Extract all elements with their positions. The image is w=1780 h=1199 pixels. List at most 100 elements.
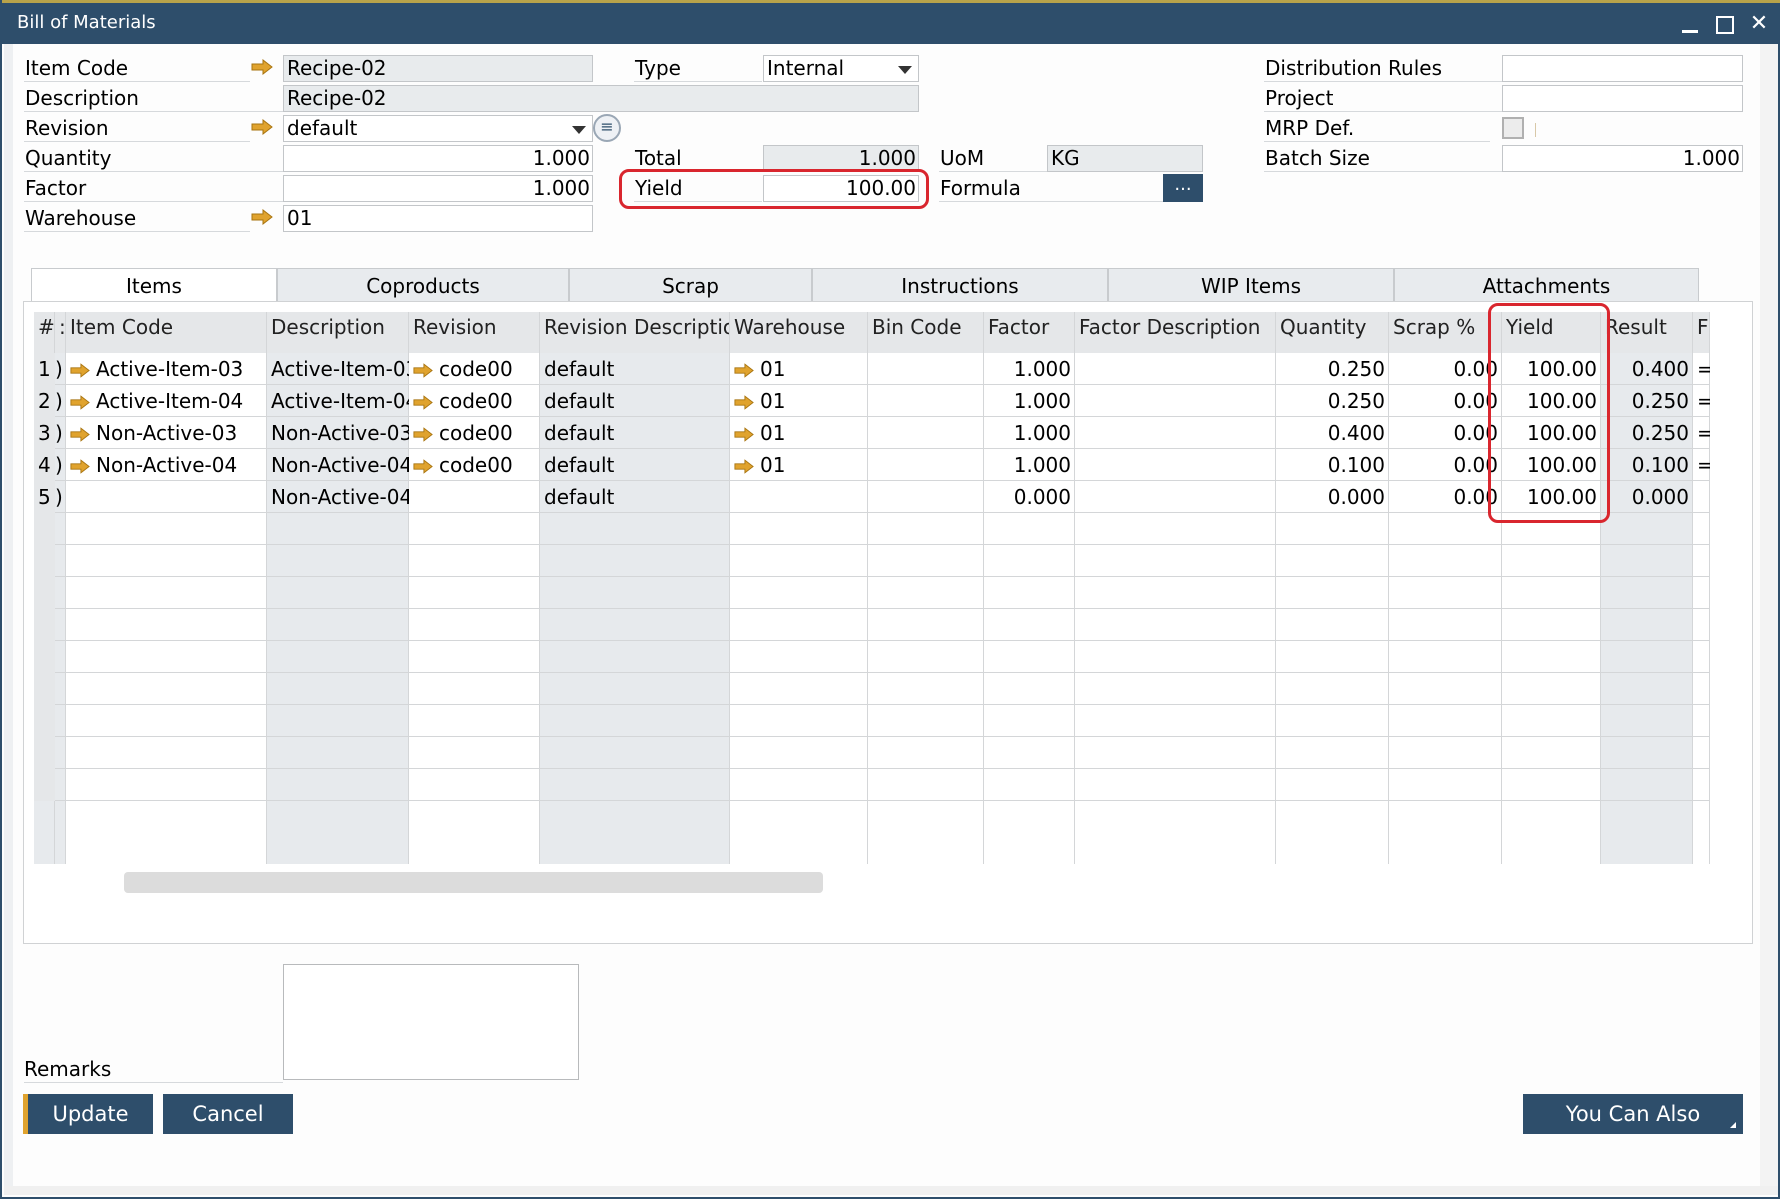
cell-warehouse[interactable] <box>730 513 868 545</box>
cell-factor[interactable] <box>984 673 1075 705</box>
cell-revision[interactable] <box>409 769 540 801</box>
cell-result[interactable]: 0.250 <box>1601 417 1693 449</box>
column-header-yield[interactable]: Yield <box>1502 312 1601 353</box>
cell-revision[interactable]: code00 <box>409 449 540 481</box>
cell-result[interactable] <box>1601 513 1693 545</box>
cell-revision[interactable] <box>409 481 540 513</box>
cell-f[interactable] <box>1693 769 1710 801</box>
cell-warehouse[interactable]: 01 <box>730 417 868 449</box>
cell-description[interactable] <box>267 641 409 673</box>
cell-item-code[interactable] <box>66 737 267 769</box>
cell-revision-description[interactable] <box>540 737 730 769</box>
cell-revision-description[interactable] <box>540 545 730 577</box>
cell-scrap[interactable] <box>1389 641 1502 673</box>
total-field[interactable]: 1.000 <box>763 145 919 172</box>
warehouse-field[interactable]: 01 <box>283 205 593 232</box>
cell-item-code[interactable] <box>66 545 267 577</box>
cell-factor[interactable] <box>984 545 1075 577</box>
cell-warehouse[interactable]: 01 <box>730 449 868 481</box>
cell-result[interactable] <box>1601 609 1693 641</box>
cell-f[interactable] <box>1693 577 1710 609</box>
cell-warehouse[interactable] <box>730 609 868 641</box>
table-row[interactable]: 3) Non-Active-03 Non-Active-03 code00 defaul… <box>34 417 1710 449</box>
cell-revision-description[interactable] <box>540 641 730 673</box>
cell-bin-code[interactable] <box>868 417 984 449</box>
cell-item-code[interactable]: Active-Item-04 <box>66 385 267 417</box>
link-arrow-icon[interactable] <box>413 459 433 474</box>
link-arrow-icon[interactable] <box>413 395 433 410</box>
cell-f[interactable] <box>1693 673 1710 705</box>
cell-result[interactable] <box>1601 545 1693 577</box>
cell-factor[interactable] <box>984 705 1075 737</box>
cell-item-code[interactable]: Active-Item-03 <box>66 353 267 385</box>
cell-scrap[interactable]: 0.00 <box>1389 353 1502 385</box>
cell-quantity[interactable] <box>1276 513 1389 545</box>
link-arrow-icon[interactable] <box>734 395 754 410</box>
cell-warehouse[interactable] <box>730 545 868 577</box>
cell-item-code[interactable] <box>66 769 267 801</box>
cell-quantity[interactable] <box>1276 577 1389 609</box>
cell-bin-code[interactable] <box>868 673 984 705</box>
link-arrow-icon[interactable] <box>734 363 754 378</box>
cell-description[interactable]: Active-Item-03 <box>267 353 409 385</box>
cell-yield[interactable]: 100.00 <box>1502 449 1601 481</box>
cell-warehouse[interactable]: 01 <box>730 353 868 385</box>
cell-bin-code[interactable] <box>868 513 984 545</box>
cancel-button[interactable]: Cancel <box>163 1094 293 1134</box>
cell-bin-code[interactable] <box>868 353 984 385</box>
cell-result[interactable] <box>1601 673 1693 705</box>
cell-bin-code[interactable] <box>868 449 984 481</box>
revision-list-icon[interactable]: ≡ <box>593 114 621 142</box>
tab-instructions[interactable]: Instructions <box>812 268 1108 302</box>
empty-table-row[interactable] <box>34 609 1710 641</box>
cell-scrap[interactable] <box>1389 577 1502 609</box>
cell-quantity[interactable]: 0.250 <box>1276 353 1389 385</box>
cell-warehouse[interactable] <box>730 577 868 609</box>
cell-item-code[interactable] <box>66 481 267 513</box>
cell-revision[interactable] <box>409 641 540 673</box>
tab-wip-items[interactable]: WIP Items <box>1108 268 1394 302</box>
cell-revision-description[interactable] <box>540 769 730 801</box>
table-row[interactable]: 1) Active-Item-03 Active-Item-03 code00 defa… <box>34 353 1710 385</box>
cell-revision[interactable] <box>409 673 540 705</box>
uom-field[interactable]: KG <box>1047 145 1203 172</box>
cell-revision[interactable] <box>409 705 540 737</box>
cell-factor-description[interactable] <box>1075 673 1276 705</box>
cell-factor-description[interactable] <box>1075 545 1276 577</box>
cell-f[interactable]: = <box>1693 385 1710 417</box>
tab-scrap[interactable]: Scrap <box>569 268 812 302</box>
cell-item-code[interactable] <box>66 641 267 673</box>
cell-yield[interactable]: 100.00 <box>1502 481 1601 513</box>
cell-warehouse[interactable]: 01 <box>730 385 868 417</box>
cell-factor[interactable] <box>984 513 1075 545</box>
column-header-item-code[interactable]: Item Code <box>66 312 267 353</box>
column-header-scrap[interactable]: Scrap % <box>1389 312 1502 353</box>
link-arrow-icon[interactable] <box>734 459 754 474</box>
empty-table-row[interactable] <box>34 769 1710 801</box>
cell-bin-code[interactable] <box>868 609 984 641</box>
cell-factor-description[interactable] <box>1075 769 1276 801</box>
cell-bin-code[interactable] <box>868 705 984 737</box>
cell-revision[interactable]: code00 <box>409 417 540 449</box>
cell-bin-code[interactable] <box>868 641 984 673</box>
cell-f[interactable]: = <box>1693 449 1710 481</box>
tab-coproducts[interactable]: Coproducts <box>277 268 569 302</box>
cell-factor-description[interactable] <box>1075 417 1276 449</box>
maximize-icon[interactable] <box>1712 11 1738 37</box>
cell-description[interactable]: Non-Active-03 <box>267 417 409 449</box>
cell-revision-description[interactable] <box>540 673 730 705</box>
cell-yield[interactable]: 100.00 <box>1502 353 1601 385</box>
cell-bin-code[interactable] <box>868 737 984 769</box>
cell-description[interactable] <box>267 577 409 609</box>
remarks-textarea[interactable] <box>283 964 579 1080</box>
cell-bin-code[interactable] <box>868 577 984 609</box>
column-header-result[interactable]: Result <box>1601 312 1693 353</box>
cell-yield[interactable] <box>1502 609 1601 641</box>
cell-item-code[interactable]: Non-Active-04 <box>66 449 267 481</box>
cell-factor[interactable] <box>984 769 1075 801</box>
cell-revision-description[interactable]: default <box>540 481 730 513</box>
cell-yield[interactable] <box>1502 737 1601 769</box>
cell-quantity[interactable] <box>1276 737 1389 769</box>
cell-item-code[interactable]: Non-Active-03 <box>66 417 267 449</box>
cell-factor[interactable]: 1.000 <box>984 417 1075 449</box>
